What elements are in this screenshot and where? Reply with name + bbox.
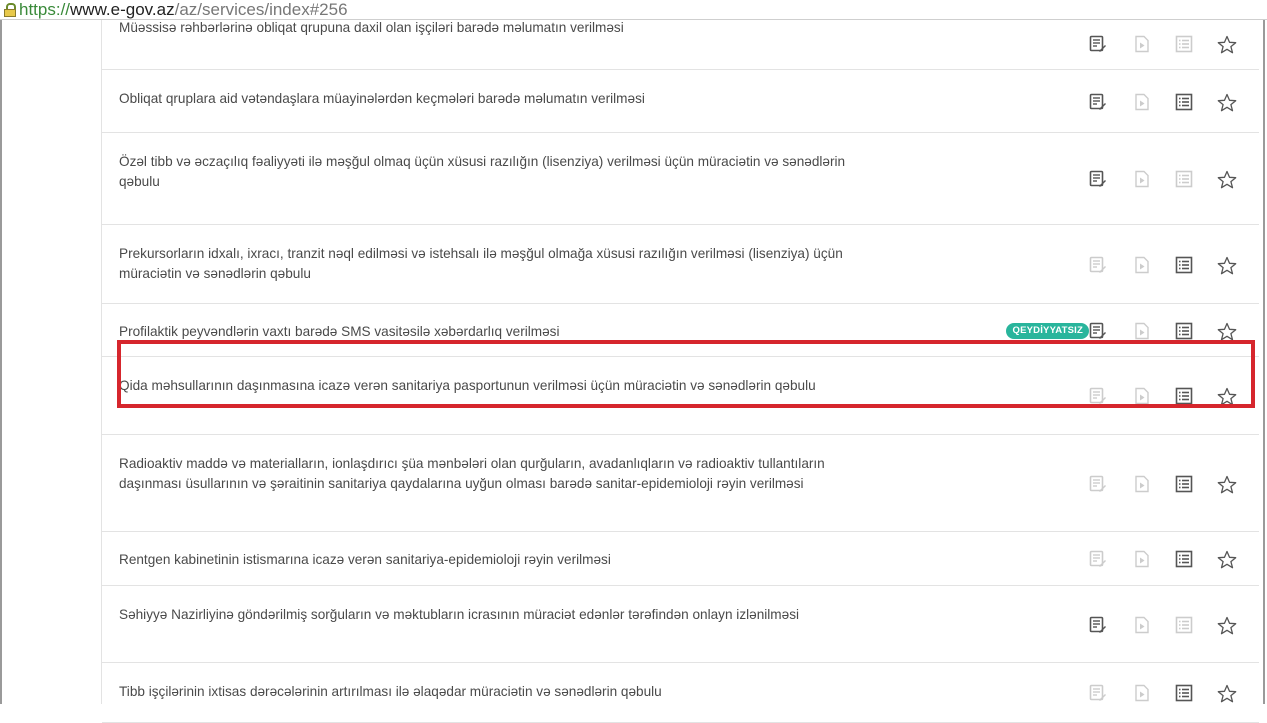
service-title[interactable]: Profilaktik peyvəndlərin vaxtı barədə SM… — [119, 322, 859, 342]
service-actions — [1089, 70, 1259, 132]
service-title[interactable]: Prekursorların idxalı, ixracı, tranzit n… — [119, 244, 859, 284]
service-row[interactable]: Tibb işçilərinin ixtisas dərəcələrinin a… — [102, 663, 1259, 723]
service-row[interactable]: Radioaktiv maddə və materialların, ionla… — [102, 435, 1259, 532]
video-guide-icon — [1133, 256, 1151, 274]
service-title[interactable]: Obliqat qruplara aid vətəndaşlara müayin… — [119, 89, 859, 109]
video-guide-icon — [1133, 35, 1151, 53]
video-guide-icon — [1133, 170, 1151, 188]
service-actions — [1089, 304, 1259, 356]
service-title[interactable]: Özəl tibb və əczaçılıq fəaliyyəti ilə mə… — [119, 152, 859, 192]
e-service-icon — [1089, 684, 1107, 702]
window-frame-right — [1263, 19, 1265, 704]
service-actions — [1089, 663, 1259, 722]
e-service-icon[interactable] — [1089, 93, 1107, 111]
video-guide-icon — [1133, 550, 1151, 568]
window-frame-left — [0, 19, 2, 704]
video-guide-icon — [1133, 322, 1151, 340]
service-actions — [1089, 586, 1259, 662]
description-list-icon[interactable] — [1175, 256, 1193, 274]
service-actions — [1089, 225, 1259, 303]
favorite-star-icon[interactable] — [1217, 170, 1237, 189]
description-list-icon[interactable] — [1175, 550, 1193, 568]
description-list-icon[interactable] — [1175, 387, 1193, 405]
url-scheme: https:// — [19, 0, 71, 19]
browser-address-bar[interactable]: https://www.e-gov.az/az/services/index#2… — [0, 0, 1267, 20]
video-guide-icon — [1133, 93, 1151, 111]
e-service-icon — [1089, 256, 1107, 274]
service-row[interactable]: Səhiyyə Nazirliyinə göndərilmiş sorğular… — [102, 586, 1259, 663]
service-title[interactable]: Qida məhsullarının daşınmasına icazə ver… — [119, 376, 859, 396]
url-path: /az/services/index#256 — [174, 0, 348, 19]
service-row[interactable]: Obliqat qruplara aid vətəndaşlara müayin… — [102, 70, 1259, 133]
description-list-icon[interactable] — [1175, 322, 1193, 340]
favorite-star-icon[interactable] — [1217, 93, 1237, 112]
favorite-star-icon[interactable] — [1217, 256, 1237, 275]
video-guide-icon — [1133, 684, 1151, 702]
lock-icon — [4, 2, 16, 17]
url-host: www.e-gov.az — [70, 0, 175, 19]
description-list-icon — [1175, 170, 1193, 188]
registration-free-badge: QEYDİYYATSIZ — [1006, 323, 1089, 339]
favorite-star-icon[interactable] — [1217, 387, 1237, 406]
e-service-icon — [1089, 387, 1107, 405]
favorite-star-icon[interactable] — [1217, 550, 1237, 569]
service-row[interactable]: Profilaktik peyvəndlərin vaxtı barədə SM… — [102, 304, 1259, 357]
description-list-icon — [1175, 616, 1193, 634]
favorite-star-icon[interactable] — [1217, 35, 1237, 54]
e-service-icon[interactable] — [1089, 170, 1107, 188]
video-guide-icon — [1133, 616, 1151, 634]
services-list: Müəssisə rəhbərlərinə obliqat qrupuna da… — [101, 18, 1259, 723]
video-guide-icon — [1133, 387, 1151, 405]
service-actions — [1089, 18, 1259, 69]
service-title[interactable]: Rentgen kabinetinin istismarına icazə ve… — [119, 550, 859, 570]
service-row[interactable]: Özəl tibb və əczaçılıq fəaliyyəti ilə mə… — [102, 133, 1259, 225]
service-title[interactable]: Müəssisə rəhbərlərinə obliqat qrupuna da… — [119, 18, 859, 38]
service-actions — [1089, 357, 1259, 434]
favorite-star-icon[interactable] — [1217, 684, 1237, 703]
favorite-star-icon[interactable] — [1217, 322, 1237, 341]
service-actions — [1089, 133, 1259, 224]
e-service-icon[interactable] — [1089, 322, 1107, 340]
description-list-icon[interactable] — [1175, 475, 1193, 493]
description-list-icon[interactable] — [1175, 93, 1193, 111]
service-actions — [1089, 532, 1259, 585]
favorite-star-icon[interactable] — [1217, 475, 1237, 494]
service-title[interactable]: Səhiyyə Nazirliyinə göndərilmiş sorğular… — [119, 605, 859, 625]
service-row[interactable]: Rentgen kabinetinin istismarına icazə ve… — [102, 532, 1259, 586]
service-row[interactable]: Qida məhsullarının daşınmasına icazə ver… — [102, 357, 1259, 435]
e-service-icon — [1089, 550, 1107, 568]
description-list-icon — [1175, 35, 1193, 53]
service-actions — [1089, 435, 1259, 531]
service-title[interactable]: Tibb işçilərinin ixtisas dərəcələrinin a… — [119, 682, 859, 702]
service-row[interactable]: Müəssisə rəhbərlərinə obliqat qrupuna da… — [102, 18, 1259, 70]
video-guide-icon — [1133, 475, 1151, 493]
service-row[interactable]: Prekursorların idxalı, ixracı, tranzit n… — [102, 225, 1259, 304]
service-title[interactable]: Radioaktiv maddə və materialların, ionla… — [119, 454, 859, 494]
e-service-icon — [1089, 475, 1107, 493]
favorite-star-icon[interactable] — [1217, 616, 1237, 635]
description-list-icon[interactable] — [1175, 684, 1193, 702]
e-service-icon[interactable] — [1089, 35, 1107, 53]
e-service-icon[interactable] — [1089, 616, 1107, 634]
